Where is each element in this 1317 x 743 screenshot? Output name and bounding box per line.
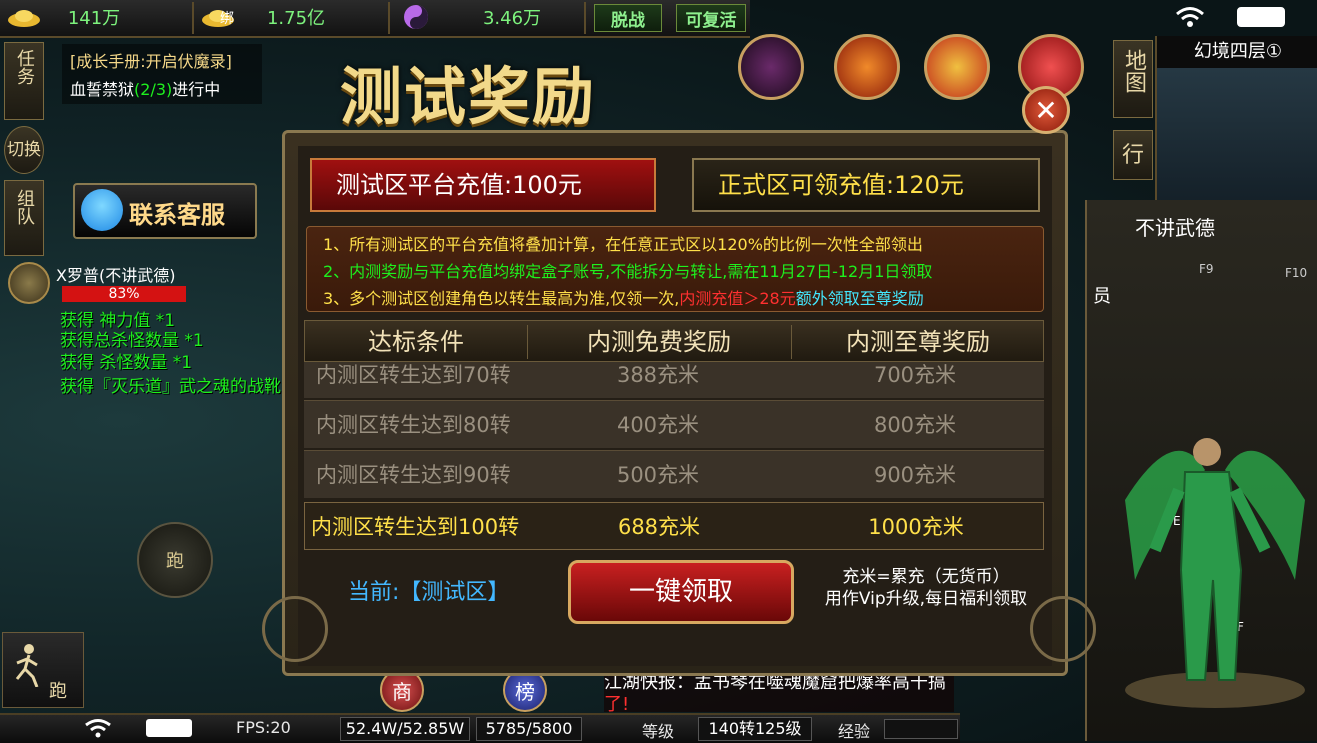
target-info[interactable]: X罗普(不讲武德) 83% xyxy=(8,262,208,304)
character-name: 不讲武德 xyxy=(1135,216,1215,240)
slot-f9: F9 xyxy=(1199,262,1214,276)
quest-progress: 血誓禁狱(2/3)进行中 xyxy=(70,80,221,99)
table-row: 内测区转生达到80转 400充米 800充米 xyxy=(304,400,1044,448)
target-portrait xyxy=(8,262,50,304)
quest-tracker[interactable]: [成长手册:开启伏魔录] 血誓禁狱(2/3)进行中 xyxy=(62,44,262,104)
run-button[interactable]: 跑 xyxy=(2,632,84,708)
test-recharge-box: 测试区平台充值:100元 xyxy=(310,158,656,212)
map-title: 幻境四层① xyxy=(1157,36,1317,68)
exp-label: 经验 xyxy=(838,722,871,741)
rule-line: 2、内测奖励与平台充值均绑定盒子账号,不能拆分与转让,需在11月27日-12月1… xyxy=(323,262,933,281)
bound-gold-resource: 绑 1.75亿 xyxy=(198,3,346,31)
rule-line: 1、所有测试区的平台充值将叠加计算，在任意正式区以120%的比例一次性全部领出 xyxy=(323,235,923,254)
runner-icon xyxy=(15,644,39,687)
currency-note: 充米=累充（无货币） 用作Vip升级,每日福利领取 xyxy=(800,566,1052,610)
gold-value: 141万 xyxy=(67,8,121,29)
column-header: 内测免费奖励 xyxy=(587,328,731,356)
customer-service-button[interactable]: 联系客服 xyxy=(73,183,257,239)
walk-button[interactable]: 行 xyxy=(1113,130,1153,180)
rules-panel: 1、所有测试区的平台充值将叠加计算，在任意正式区以120%的比例一次性全部领出 … xyxy=(306,226,1044,312)
status-bar: FPS:20 52.4W/52.85W 5785/5800 等级 140转125… xyxy=(0,713,960,743)
run-joystick[interactable]: 跑 xyxy=(137,522,213,598)
note-line: 用作Vip升级,每日福利领取 xyxy=(824,589,1028,609)
claim-all-button[interactable]: 一键领取 xyxy=(568,560,794,624)
corner-ornament xyxy=(262,596,328,662)
escape-combat-button[interactable]: 脱战 xyxy=(594,4,662,32)
yinyang-value: 3.46万 xyxy=(482,8,542,29)
wifi-icon xyxy=(1176,7,1204,27)
table-row-highlighted: 内测区转生达到100转 688充米 1000充米 xyxy=(304,502,1044,550)
bound-gold-value: 1.75亿 xyxy=(266,8,326,29)
bound-ingot-icon: 绑 xyxy=(198,4,238,30)
resource-bar: 141万 绑 1.75亿 3.46万 脱战 可复活 xyxy=(0,0,750,38)
exp-bar xyxy=(884,719,958,739)
slot-f10: F10 xyxy=(1285,266,1308,280)
news-text-line2: 了! xyxy=(604,694,630,715)
hp-readout: 5785/5800 xyxy=(476,717,582,741)
note-line: 充米=累充（无货币） xyxy=(842,567,1010,587)
log-line: 获得 杀怪数量 *1 xyxy=(60,353,193,373)
current-zone-label: 当前:【测试区】 xyxy=(348,580,510,605)
reward-table: 达标条件 内测免费奖励 内测至尊奖励 内测区转生达到70转 388充米 700充… xyxy=(304,320,1044,550)
yinyang-icon xyxy=(396,4,436,30)
column-header: 内测至尊奖励 xyxy=(846,328,990,356)
level-label: 等级 xyxy=(642,722,675,741)
character-model xyxy=(1125,438,1305,708)
battery-icon xyxy=(146,719,192,737)
gold-ingot-icon xyxy=(4,4,44,30)
weight-readout: 52.4W/52.85W xyxy=(340,717,470,741)
customer-service-icon xyxy=(81,189,123,231)
level-value: 140转125级 xyxy=(698,717,812,741)
customer-service-label: 联系客服 xyxy=(129,201,225,229)
target-hp-bar: 83% xyxy=(62,286,186,302)
official-recharge-box: 正式区可领充值:120元 xyxy=(692,158,1040,212)
switch-button[interactable]: 切换 xyxy=(4,126,44,174)
column-header: 达标条件 xyxy=(368,328,464,356)
wifi-icon xyxy=(85,719,111,738)
table-row: 内测区转生达到90转 500充米 900充米 xyxy=(304,450,1044,498)
close-button[interactable]: ✕ xyxy=(1022,86,1070,134)
fps-readout: FPS:20 xyxy=(236,718,291,737)
map-button[interactable]: 地图 xyxy=(1113,40,1153,118)
dialog-title: 测试奖励 xyxy=(340,60,597,133)
close-icon: ✕ xyxy=(1034,93,1058,127)
minimap[interactable]: 幻境四层① xyxy=(1155,36,1317,204)
team-tab[interactable]: 组队 xyxy=(4,180,44,256)
gold-resource: 141万 xyxy=(4,3,144,31)
task-tab[interactable]: 任务 xyxy=(4,42,44,120)
run-label: 跑 xyxy=(49,681,67,702)
yinyang-resource: 3.46万 xyxy=(396,3,562,31)
battery-icon xyxy=(1237,7,1285,27)
quest-title: [成长手册:开启伏魔录] xyxy=(70,52,232,71)
rule-line: 3、多个测试区创建角色以转生最高为准,仅领一次,内测充值＞28元额外领取至尊奖励 xyxy=(323,289,924,308)
target-name: X罗普(不讲武德) xyxy=(56,266,176,285)
revive-button[interactable]: 可复活 xyxy=(676,4,746,32)
partial-text: 员 xyxy=(1093,286,1111,307)
